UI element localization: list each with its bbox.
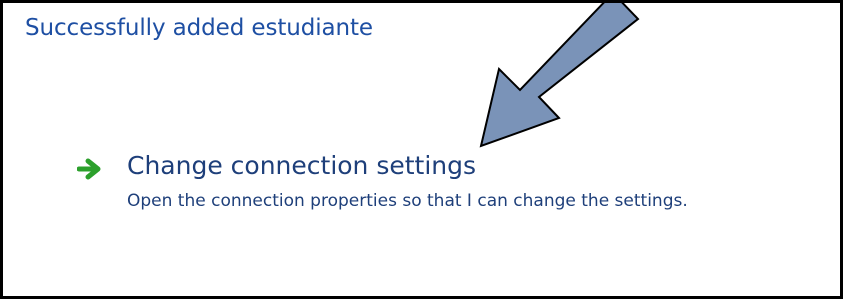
change-connection-settings-link[interactable]: Change connection settings Open the conn…	[77, 151, 797, 221]
task-link-description[interactable]: Open the connection properties so that I…	[127, 191, 688, 211]
screenshot-frame: Successfully added estudiante Change con…	[0, 0, 843, 299]
success-heading: Successfully added estudiante	[25, 15, 373, 41]
green-arrow-icon	[77, 158, 101, 180]
task-link-title[interactable]: Change connection settings	[127, 151, 476, 180]
callout-arrow-icon	[479, 3, 640, 148]
